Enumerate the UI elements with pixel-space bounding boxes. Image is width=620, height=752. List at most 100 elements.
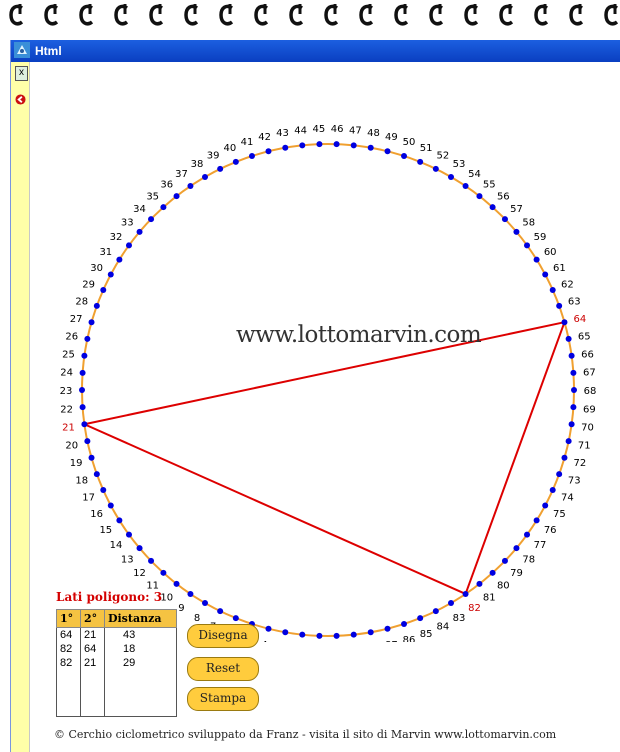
number-dot-40[interactable] [232, 158, 239, 165]
number-label-16[interactable]: 16 [90, 509, 103, 520]
number-label-21[interactable]: 21 [62, 422, 75, 433]
number-dot-47[interactable] [350, 142, 357, 149]
number-dot-49[interactable] [384, 148, 391, 155]
number-label-37[interactable]: 37 [175, 169, 188, 180]
number-label-58[interactable]: 58 [522, 218, 535, 229]
number-dot-68[interactable] [571, 387, 577, 393]
number-label-20[interactable]: 20 [65, 440, 78, 451]
number-label-60[interactable]: 60 [544, 247, 557, 258]
number-dot-43[interactable] [282, 144, 289, 151]
number-label-64[interactable]: 64 [573, 314, 586, 325]
number-dot-62[interactable] [549, 286, 556, 293]
number-label-13[interactable]: 13 [121, 554, 134, 565]
number-dot-81[interactable] [476, 580, 483, 587]
number-dot-71[interactable] [565, 438, 572, 445]
number-dot-24[interactable] [79, 369, 86, 376]
number-label-70[interactable]: 70 [581, 422, 594, 433]
number-label-76[interactable]: 76 [544, 525, 557, 536]
number-dot-69[interactable] [570, 404, 577, 411]
number-label-31[interactable]: 31 [99, 247, 112, 258]
number-label-72[interactable]: 72 [573, 458, 586, 469]
number-label-42[interactable]: 42 [258, 132, 271, 143]
number-label-87[interactable]: 87 [385, 640, 398, 642]
number-label-81[interactable]: 81 [483, 592, 496, 603]
number-dot-15[interactable] [116, 517, 123, 524]
number-label-34[interactable]: 34 [133, 204, 146, 215]
number-dot-84[interactable] [432, 608, 439, 615]
number-dot-72[interactable] [561, 454, 568, 461]
number-dot-73[interactable] [556, 471, 563, 478]
number-dot-76[interactable] [533, 517, 540, 524]
number-dot-44[interactable] [299, 142, 306, 149]
number-dot-22[interactable] [79, 404, 86, 411]
number-dot-85[interactable] [417, 615, 424, 622]
number-dot-56[interactable] [489, 204, 496, 211]
number-dot-16[interactable] [107, 502, 114, 509]
number-label-83[interactable]: 83 [453, 613, 466, 624]
number-label-67[interactable]: 67 [583, 368, 596, 379]
number-dot-39[interactable] [217, 165, 224, 172]
number-dot-77[interactable] [524, 531, 531, 538]
number-label-29[interactable]: 29 [82, 279, 95, 290]
number-label-22[interactable]: 22 [60, 404, 73, 415]
number-dot-45[interactable] [316, 141, 323, 148]
number-label-9[interactable]: 9 [178, 603, 184, 614]
number-label-14[interactable]: 14 [110, 540, 123, 551]
number-dot-31[interactable] [116, 256, 123, 263]
number-dot-9[interactable] [187, 590, 194, 597]
number-label-56[interactable]: 56 [497, 191, 510, 202]
number-label-18[interactable]: 18 [75, 476, 88, 487]
number-dot-3[interactable] [282, 629, 289, 636]
number-dot-29[interactable] [100, 286, 107, 293]
number-label-36[interactable]: 36 [160, 180, 173, 191]
number-dot-33[interactable] [136, 228, 143, 235]
number-label-46[interactable]: 46 [331, 124, 344, 135]
number-dot-79[interactable] [501, 557, 508, 564]
number-dot-25[interactable] [81, 352, 88, 359]
number-dot-64[interactable] [561, 319, 568, 326]
number-label-23[interactable]: 23 [60, 386, 73, 397]
number-dot-61[interactable] [542, 271, 549, 278]
number-dot-2[interactable] [299, 631, 306, 638]
number-dot-87[interactable] [384, 625, 391, 632]
number-label-71[interactable]: 71 [578, 440, 591, 451]
number-dot-65[interactable] [565, 335, 572, 342]
number-dot-10[interactable] [173, 580, 180, 587]
number-dot-59[interactable] [524, 242, 531, 249]
number-label-24[interactable]: 24 [60, 368, 73, 379]
number-label-35[interactable]: 35 [146, 191, 159, 202]
number-dot-30[interactable] [107, 271, 114, 278]
number-label-66[interactable]: 66 [581, 350, 594, 361]
number-dot-46[interactable] [333, 141, 340, 148]
number-dot-50[interactable] [401, 153, 408, 160]
number-label-43[interactable]: 43 [276, 128, 289, 139]
number-label-49[interactable]: 49 [385, 132, 398, 143]
number-dot-13[interactable] [136, 545, 143, 552]
number-label-59[interactable]: 59 [534, 232, 547, 243]
number-label-38[interactable]: 38 [191, 159, 204, 170]
number-label-45[interactable]: 45 [312, 124, 325, 135]
number-label-74[interactable]: 74 [561, 493, 574, 504]
number-label-47[interactable]: 47 [349, 125, 362, 136]
number-label-17[interactable]: 17 [82, 493, 95, 504]
number-label-75[interactable]: 75 [553, 509, 566, 520]
number-label-52[interactable]: 52 [436, 151, 449, 162]
number-label-80[interactable]: 80 [497, 581, 510, 592]
number-dot-48[interactable] [367, 144, 374, 151]
number-dot-41[interactable] [248, 153, 255, 160]
number-dot-75[interactable] [542, 502, 549, 509]
number-dot-78[interactable] [513, 545, 520, 552]
number-dot-21[interactable] [81, 421, 88, 428]
number-dot-88[interactable] [367, 629, 374, 636]
number-dot-74[interactable] [549, 487, 556, 494]
number-dot-90[interactable] [333, 632, 340, 639]
number-dot-89[interactable] [350, 631, 357, 638]
number-dot-18[interactable] [93, 471, 100, 478]
number-label-61[interactable]: 61 [553, 263, 566, 274]
number-dot-67[interactable] [570, 369, 577, 376]
number-dot-19[interactable] [88, 454, 95, 461]
number-dot-8[interactable] [202, 600, 208, 607]
number-dot-53[interactable] [448, 173, 454, 180]
number-label-51[interactable]: 51 [420, 143, 433, 154]
back-arrow-icon[interactable] [15, 94, 26, 105]
